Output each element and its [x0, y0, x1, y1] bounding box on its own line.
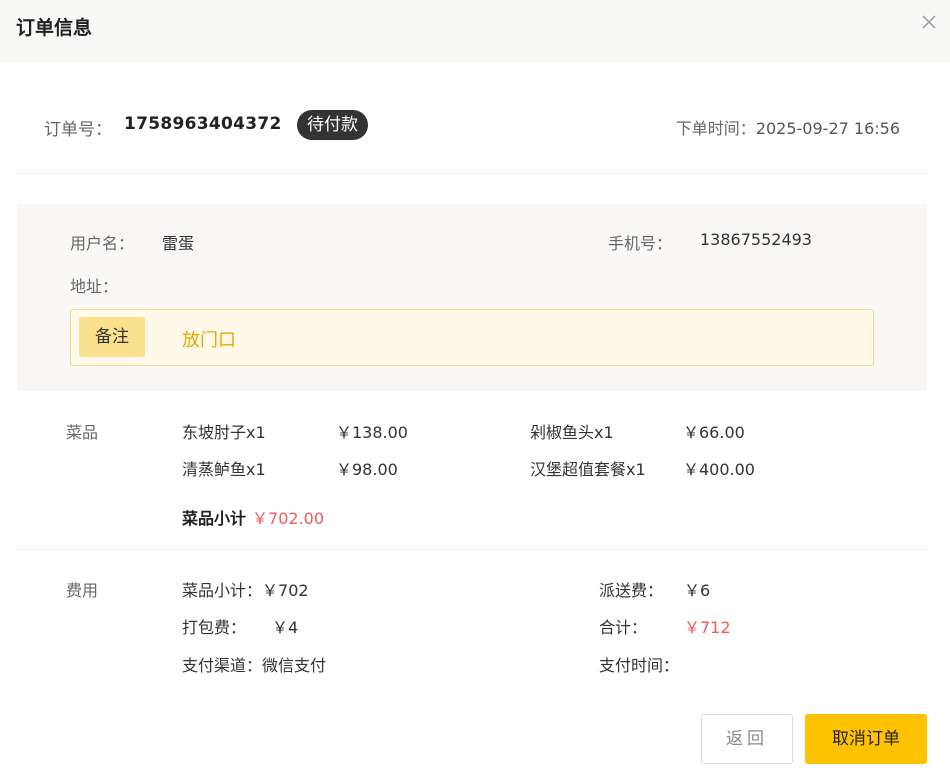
phone-label: 手机号： — [608, 234, 673, 253]
user-info-panel: 用户名： 雷蛋 手机号： 13867552493 地址： 备注 放门口 — [17, 204, 927, 391]
fee-delivery: 派送费： ￥6 — [599, 577, 710, 601]
dish-subtotal: 菜品小计 ￥702.00 — [182, 505, 324, 529]
dish-name: 汉堡超值套餐x1 — [530, 460, 646, 479]
dialog-title: 订单信息 — [16, 17, 93, 39]
dishes-label: 菜品 — [66, 423, 99, 442]
order-summary-row: 订单号： 1758963404372 待付款 下单时间：2025-09-27 1… — [44, 110, 904, 140]
dish-name: 清蒸鲈鱼x1 — [182, 460, 266, 479]
fee-packing: 打包费： ￥4 — [182, 614, 298, 638]
phone-field: 手机号： 13867552493 — [608, 230, 812, 254]
divider — [17, 549, 927, 550]
remark-box: 备注 放门口 — [70, 309, 874, 366]
fees-label: 费用 — [66, 581, 99, 600]
fee-delivery-value: ￥6 — [684, 581, 711, 600]
order-time-label: 下单时间： — [675, 119, 756, 138]
pay-time-label: 支付时间： — [599, 656, 680, 675]
dialog-header: 订单信息 — [0, 0, 950, 63]
fee-dish-subtotal-value: ￥702 — [262, 581, 309, 600]
dish-price: ￥400.00 — [683, 460, 755, 479]
fee-pay-channel: 支付渠道：微信支付 — [182, 652, 326, 676]
pay-channel-label: 支付渠道： — [182, 656, 263, 675]
dish-subtotal-value: ￥702.00 — [252, 509, 325, 528]
pay-channel-value: 微信支付 — [262, 656, 327, 675]
fee-packing-label: 打包费： — [182, 618, 247, 637]
remark-text: 放门口 — [182, 330, 236, 351]
fee-dish-subtotal-label: 菜品小计： — [182, 581, 263, 600]
divider — [17, 173, 927, 174]
order-time: 下单时间：2025-09-27 16:56 — [676, 115, 900, 139]
cancel-order-button[interactable]: 取消订单 — [805, 714, 927, 764]
fee-total-label: 合计： — [599, 618, 648, 637]
phone-value: 13867552493 — [700, 230, 812, 249]
fee-total-value: ￥712 — [684, 618, 731, 637]
dish-price: ￥138.00 — [336, 423, 408, 442]
user-name-label: 用户名： — [70, 234, 135, 253]
fee-total: 合计： ￥712 — [599, 614, 731, 638]
status-badge: 待付款 — [297, 110, 368, 140]
order-time-value: 2025-09-27 16:56 — [755, 119, 900, 138]
fee-pay-time: 支付时间： — [599, 652, 679, 676]
order-number-label: 订单号： — [44, 120, 112, 140]
address-field: 地址： — [70, 273, 118, 297]
fee-packing-value: ￥4 — [272, 618, 299, 637]
back-button[interactable]: 返回 — [701, 714, 793, 764]
user-name-field: 用户名： 雷蛋 — [70, 230, 194, 254]
user-name-value: 雷蛋 — [162, 234, 195, 253]
address-label: 地址： — [70, 277, 119, 296]
dish-name: 东坡肘子x1 — [182, 423, 266, 442]
dish-price: ￥66.00 — [683, 423, 745, 442]
close-icon[interactable] — [919, 12, 939, 32]
fee-delivery-label: 派送费： — [599, 581, 664, 600]
dish-subtotal-label: 菜品小计 — [182, 509, 247, 528]
remark-tag: 备注 — [79, 317, 145, 357]
order-number: 1758963404372 — [124, 114, 282, 134]
dish-name: 剁椒鱼头x1 — [530, 423, 614, 442]
dish-price: ￥98.00 — [336, 460, 398, 479]
fee-dish-subtotal: 菜品小计：￥702 — [182, 577, 309, 601]
